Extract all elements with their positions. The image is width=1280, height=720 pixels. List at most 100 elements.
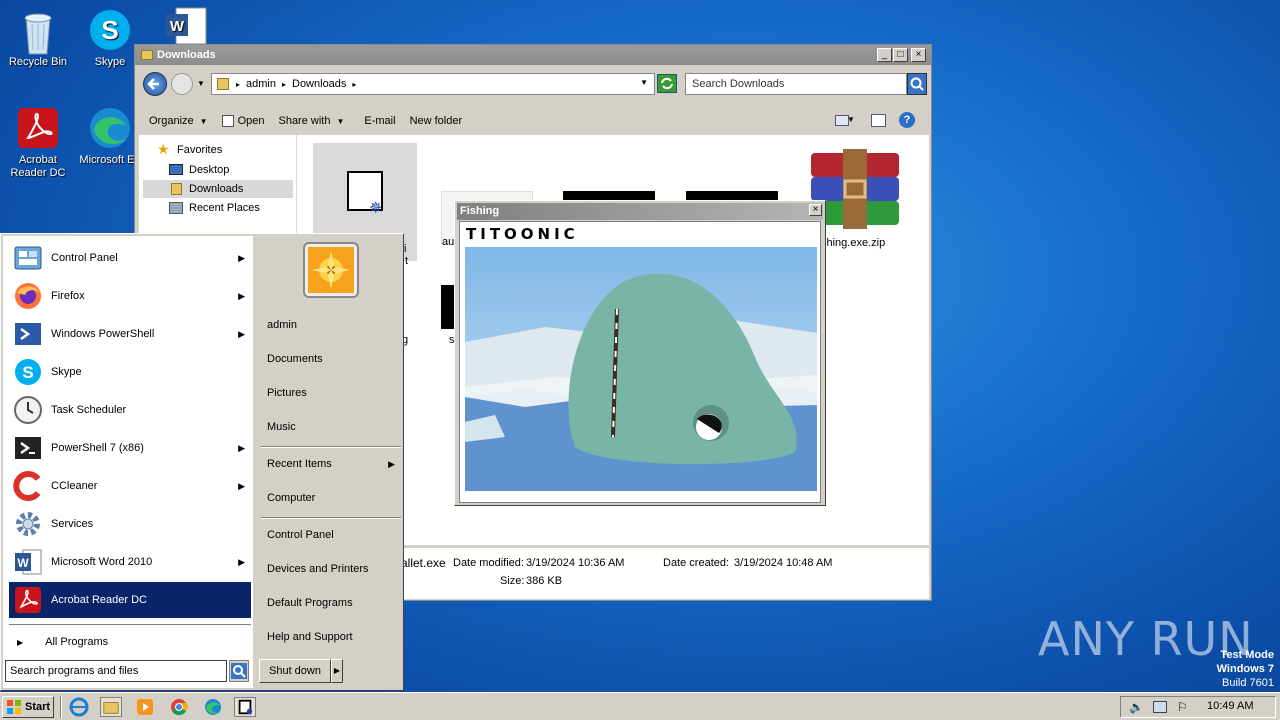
program-skype[interactable]: S Skype (9, 354, 251, 390)
edge-icon[interactable] (202, 697, 224, 717)
organize-dropdown-icon[interactable]: ▼ (200, 117, 208, 126)
fishing-titlebar[interactable]: Fishing (457, 203, 823, 220)
search-icon (910, 77, 924, 91)
program-label: Control Panel (51, 252, 118, 264)
clock[interactable]: 10:49 AM (1207, 700, 1253, 712)
network-icon[interactable] (1153, 701, 1167, 713)
all-programs-button[interactable]: ▶ All Programs (9, 630, 251, 654)
chevron-right-icon: ▸ (352, 79, 357, 89)
program-label: Skype (51, 366, 82, 378)
fishing-close-button[interactable]: × (809, 204, 822, 216)
separator (261, 446, 401, 448)
share-with-button[interactable]: Share with (278, 115, 330, 127)
place-music[interactable]: Music (261, 412, 401, 442)
chevron-right-icon: ▸ (236, 79, 241, 89)
separator (261, 517, 401, 519)
breadcrumb-admin[interactable]: admin (246, 78, 276, 90)
program-ccleaner[interactable]: CCleaner ▶ (9, 468, 251, 504)
organize-button[interactable]: Organize (149, 115, 194, 127)
program-control-panel[interactable]: Control Panel ▶ (9, 240, 251, 276)
program-windows-powershell[interactable]: Windows PowerShell ▶ (9, 316, 251, 352)
desktop-icon-recycle-bin[interactable]: Recycle Bin (0, 8, 76, 69)
date-modified-value: 3/19/2024 10:36 AM (526, 557, 625, 569)
place-documents[interactable]: Documents (261, 344, 401, 374)
nav-desktop[interactable]: Desktop (143, 161, 293, 179)
submenu-arrow-icon: ▶ (238, 556, 245, 567)
chrome-icon[interactable] (168, 697, 190, 717)
place-computer[interactable]: Computer (261, 483, 401, 513)
place-help-and-support[interactable]: Help and Support (261, 622, 401, 652)
start-button[interactable]: Start (2, 696, 54, 718)
nav-recent-places[interactable]: Recent Places (143, 199, 293, 217)
search-button[interactable] (907, 73, 927, 95)
maximize-button[interactable]: □ (893, 48, 908, 62)
search-input[interactable]: Search Downloads (685, 73, 907, 95)
email-button[interactable]: E-mail (364, 115, 395, 127)
place-devices-and-printers[interactable]: Devices and Printers (261, 554, 401, 584)
program-acrobat-reader[interactable]: Acrobat Reader DC (9, 582, 251, 618)
forward-button[interactable] (171, 73, 193, 95)
close-button[interactable]: × (911, 48, 926, 62)
place-recent-items[interactable]: Recent Items ▶ (261, 449, 401, 479)
refresh-icon (661, 77, 673, 90)
shutdown-options-button[interactable]: ▶ (331, 659, 343, 683)
downloads-folder-icon (171, 183, 182, 195)
address-dropdown-icon[interactable]: ▼ (640, 78, 648, 87)
place-admin[interactable]: admin (261, 310, 401, 340)
place-default-programs[interactable]: Default Programs (261, 588, 401, 618)
desktop-icon-acrobat[interactable]: Acrobat Reader DC (0, 106, 76, 180)
place-label: Devices and Printers (267, 563, 369, 575)
place-label: Default Programs (267, 597, 353, 609)
place-label: admin (267, 319, 297, 331)
nav-favorites[interactable]: ★ Favorites (143, 141, 293, 159)
command-bar: Organize ▼ Open Share with ▼ E-mail New … (135, 107, 931, 135)
user-avatar[interactable] (303, 242, 359, 298)
fishing-window: Fishing × TITOONIC (454, 200, 826, 506)
history-dropdown-icon[interactable]: ▼ (197, 79, 205, 88)
recycle-bin-icon (16, 8, 60, 55)
explorer-titlebar[interactable]: Downloads (135, 45, 931, 65)
size-value: 386 KB (526, 575, 563, 587)
media-player-icon[interactable] (134, 697, 156, 717)
place-pictures[interactable]: Pictures (261, 378, 401, 408)
back-button[interactable] (143, 72, 167, 96)
program-services[interactable]: Services (9, 506, 251, 542)
svg-text:S: S (101, 15, 118, 45)
address-folder-icon (217, 78, 229, 90)
new-folder-button[interactable]: New folder (410, 115, 463, 127)
minimize-button[interactable]: _ (877, 48, 892, 62)
program-microsoft-word[interactable]: W Microsoft Word 2010 ▶ (9, 544, 251, 580)
program-powershell-7[interactable]: PowerShell 7 (x86) ▶ (9, 430, 251, 466)
program-firefox[interactable]: Firefox ▶ (9, 278, 251, 314)
folder-icon (141, 50, 153, 60)
internet-explorer-icon[interactable] (68, 697, 90, 717)
shutdown-label: Shut down (269, 665, 321, 677)
action-center-flag-icon[interactable]: ⚐ (1177, 700, 1188, 714)
shutdown-button[interactable]: Shut down (259, 659, 331, 683)
program-task-scheduler[interactable]: Task Scheduler (9, 392, 251, 428)
start-menu-places: admin Documents Pictures Music Recent It… (257, 234, 403, 690)
explorer-taskbar-icon[interactable] (100, 697, 122, 717)
search-placeholder: Search Downloads (692, 78, 785, 90)
windows-logo-icon (7, 700, 21, 714)
share-dropdown-icon[interactable]: ▼ (336, 117, 344, 126)
open-button[interactable]: Open (238, 115, 265, 127)
view-dropdown-icon[interactable]: ▼ (847, 115, 855, 124)
help-icon[interactable]: ? (899, 112, 915, 128)
start-search-button[interactable] (229, 660, 249, 682)
nav-downloads[interactable]: Downloads (143, 180, 293, 198)
svg-text:S: S (22, 363, 33, 382)
submenu-arrow-icon: ▶ (238, 442, 245, 453)
volume-icon[interactable]: 🔈 (1129, 700, 1144, 714)
firefox-icon (13, 281, 43, 311)
window-title: Downloads (157, 49, 216, 61)
fishing-taskbar-icon[interactable] (234, 697, 256, 717)
preview-pane-icon[interactable] (871, 114, 886, 127)
address-bar[interactable]: ▸ admin ▸ Downloads ▸ ▼ (211, 73, 655, 95)
refresh-button[interactable] (657, 74, 677, 93)
start-search-input[interactable]: Search programs and files (5, 660, 227, 682)
svg-text:W: W (170, 18, 185, 35)
os-label: Windows 7 (1216, 663, 1274, 675)
place-control-panel[interactable]: Control Panel (261, 520, 401, 550)
breadcrumb-downloads[interactable]: Downloads (292, 78, 346, 90)
